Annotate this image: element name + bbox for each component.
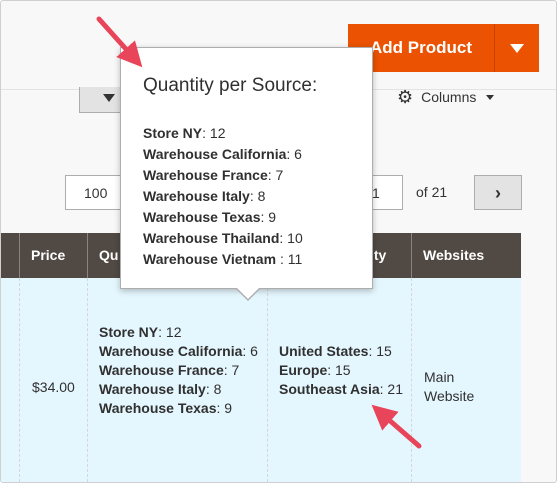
annotation-arrow-bottom: [371, 404, 422, 449]
product-grid-screenshot: Add Product ⚙ Columns 100 1 of 21 › Pric…: [0, 0, 557, 483]
annotation-arrows: [96, 16, 422, 449]
annotation-arrow-top: [96, 16, 143, 68]
